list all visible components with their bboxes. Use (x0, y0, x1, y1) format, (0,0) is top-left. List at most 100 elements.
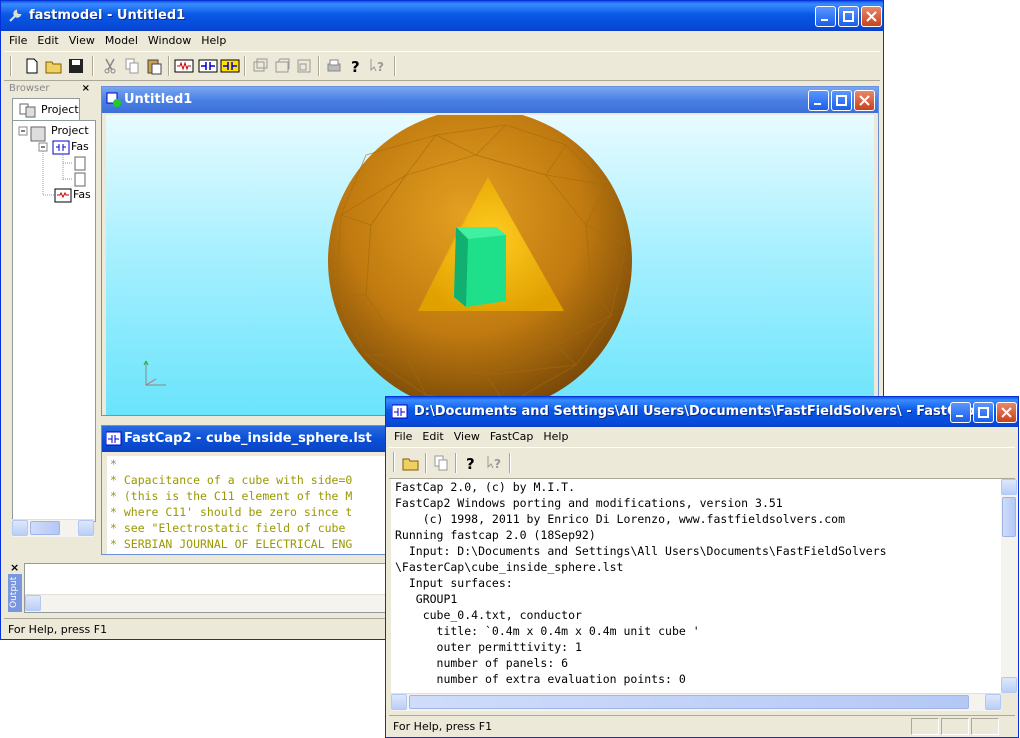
fc2-hscroll[interactable] (391, 693, 1001, 711)
browser-header: Browser × (9, 83, 94, 97)
save-icon[interactable] (66, 56, 86, 76)
fc2-status-text: For Help, press F1 (393, 720, 493, 733)
fc2-close-button[interactable] (996, 402, 1017, 423)
3d-viewport[interactable] (106, 115, 874, 415)
cut-icon[interactable] (100, 56, 120, 76)
untitled-title: Untitled1 (124, 92, 193, 107)
open-folder-icon[interactable] (401, 453, 421, 473)
fc2-console-output[interactable]: FastCap 2.0, (c) by M.I.T. FastCap2 Windo… (391, 479, 1001, 693)
main-title: fastmodel - Untitled1 (29, 8, 186, 23)
model-icon (106, 92, 121, 107)
tree-item-fasthenry[interactable]: Fas (73, 188, 91, 201)
tree-item-fastcap[interactable]: Fas (71, 140, 89, 153)
fastcap-file-window: FastCap2 - cube_inside_sphere.lst * * Cap… (101, 425, 391, 555)
console-line: outer permittivity: 1 (395, 640, 582, 654)
svg-text:?: ? (466, 455, 475, 473)
help-icon[interactable]: ? (461, 453, 481, 473)
untitled-minimize-button[interactable] (808, 90, 829, 111)
context-help-icon[interactable]: ? (485, 453, 505, 473)
output-hscroll[interactable] (25, 594, 393, 612)
help-icon[interactable]: ? (346, 56, 366, 76)
tab-output[interactable]: Output (8, 574, 22, 612)
console-line: FastCap 2.0, (c) by M.I.T. (395, 480, 576, 494)
new-file-icon[interactable] (22, 56, 42, 76)
console-line: cube_0.4.txt, conductor (395, 608, 582, 622)
copy-icon[interactable] (431, 453, 451, 473)
scroll-thumb[interactable] (30, 521, 60, 535)
fc2-menu-view[interactable]: View (449, 427, 485, 443)
scroll-right-button[interactable] (78, 520, 94, 536)
open-folder-icon[interactable] (44, 56, 64, 76)
capacitor-active-icon[interactable] (220, 56, 240, 76)
fastcap-file-titlebar[interactable]: FastCap2 - cube_inside_sphere.lst (102, 426, 390, 452)
capacitor-icon (392, 404, 408, 419)
untitled-maximize-button[interactable] (831, 90, 852, 111)
project-tree[interactable]: Project Fas Fas (12, 120, 96, 522)
console-line: number of panels: 6 (395, 656, 569, 670)
menu-edit[interactable]: Edit (32, 31, 63, 47)
status-panel (911, 718, 939, 735)
paste-icon[interactable] (144, 56, 164, 76)
menu-file[interactable]: File (4, 31, 32, 47)
fc2-vscroll[interactable] (1001, 479, 1018, 693)
lst-file-editor[interactable]: * * Capacitance of a cube with side=0 * (t… (107, 456, 390, 554)
browser-close-icon[interactable]: × (82, 83, 90, 94)
scroll-left-button[interactable] (391, 694, 407, 710)
cascade-icon[interactable] (250, 56, 270, 76)
console-line: Input surfaces: (395, 576, 513, 590)
output-close-icon[interactable]: × (10, 561, 19, 574)
context-help-icon[interactable]: ? (368, 56, 388, 76)
browser-hscroll[interactable] (12, 519, 94, 537)
browser-title: Browser (9, 83, 50, 94)
console-line: (c) 1998, 2011 by Enrico Di Lorenzo, www… (395, 512, 846, 526)
tree-item-project[interactable]: Project (51, 124, 89, 137)
hscroll-thumb[interactable] (409, 695, 969, 709)
scroll-right-button[interactable] (985, 694, 1001, 710)
untitled-close-button[interactable] (854, 90, 875, 111)
code-line: * (this is the C11 element of the M (110, 489, 353, 503)
fc2-menu-edit[interactable]: Edit (417, 427, 448, 443)
output-pane: × Output (4, 559, 394, 615)
untitled-window: Untitled1 (101, 86, 879, 416)
output-tab-label: Output (9, 576, 19, 608)
project-icon (19, 103, 36, 118)
tab-project[interactable]: Project (12, 98, 80, 121)
arrange-icon[interactable] (294, 56, 314, 76)
svg-text:?: ? (494, 457, 501, 471)
close-button[interactable] (861, 6, 882, 27)
fc2-titlebar[interactable]: D:\Documents and Settings\All Users\Docu… (386, 397, 1018, 427)
scroll-down-button[interactable] (1001, 677, 1017, 693)
scroll-up-button[interactable] (1001, 479, 1017, 495)
capacitor-icon (106, 431, 122, 446)
menu-help[interactable]: Help (196, 31, 231, 47)
vscroll-thumb[interactable] (1002, 497, 1016, 537)
axes-gizmo (143, 360, 166, 386)
fc2-maximize-button[interactable] (973, 402, 994, 423)
code-line: * (110, 457, 117, 471)
resistor-icon[interactable] (174, 56, 194, 76)
fc2-menu-fastcap[interactable]: FastCap (485, 427, 539, 443)
copy-icon[interactable] (122, 56, 142, 76)
menu-window[interactable]: Window (143, 31, 196, 47)
status-panel (971, 718, 999, 735)
console-line: number of extra evaluation points: 0 (395, 672, 686, 686)
scroll-left-button[interactable] (25, 595, 41, 611)
untitled-titlebar[interactable]: Untitled1 (102, 87, 878, 113)
maximize-button[interactable] (838, 6, 859, 27)
wrench-icon (9, 9, 22, 22)
status-panel (941, 718, 969, 735)
main-titlebar[interactable]: fastmodel - Untitled1 (1, 1, 883, 31)
scroll-left-button[interactable] (12, 520, 28, 536)
fc2-menu-help[interactable]: Help (538, 427, 573, 443)
menu-model[interactable]: Model (100, 31, 143, 47)
code-line: * Capacitance of a cube with side=0 (110, 473, 353, 487)
fc2-minimize-button[interactable] (950, 402, 971, 423)
tile-icon[interactable] (272, 56, 292, 76)
console-line: \FasterCap\cube_inside_sphere.lst (395, 560, 624, 574)
capacitor-icon[interactable] (198, 56, 218, 76)
print-icon[interactable] (324, 56, 344, 76)
menu-view[interactable]: View (64, 31, 100, 47)
fc2-menu-file[interactable]: File (389, 427, 417, 443)
console-line: Running fastcap 2.0 (18Sep92) (395, 528, 596, 542)
minimize-button[interactable] (815, 6, 836, 27)
